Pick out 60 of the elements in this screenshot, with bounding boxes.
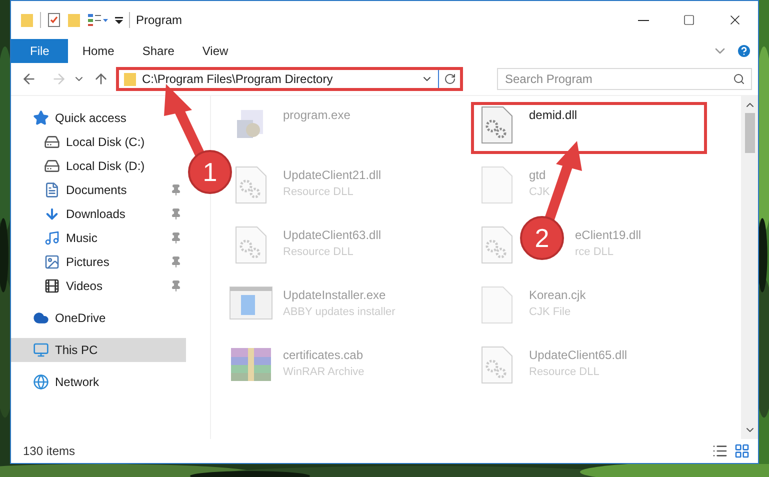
film-icon	[44, 278, 60, 294]
ribbon-tab[interactable]: Share	[128, 39, 188, 63]
picture-icon	[44, 254, 60, 270]
ribbon-tab[interactable]: Home	[68, 39, 128, 63]
maximize-icon	[683, 14, 695, 26]
archive-icon	[229, 346, 273, 382]
refresh-icon[interactable]	[444, 73, 456, 85]
selected-file[interactable]: demid.dll	[471, 102, 707, 154]
file-icon	[481, 286, 513, 324]
details-view-icon[interactable]	[712, 443, 728, 459]
item-count: 130 items	[23, 443, 76, 460]
help-icon[interactable]	[736, 43, 752, 59]
caret-icon[interactable]	[115, 15, 123, 25]
pin-icon[interactable]	[170, 184, 182, 196]
sidebar-item[interactable]: Documents	[11, 178, 186, 202]
cloud-icon	[33, 310, 49, 326]
monitor-icon	[33, 342, 49, 358]
gear-file-icon	[481, 106, 513, 144]
music-note-icon	[44, 230, 60, 246]
back-icon[interactable]	[21, 71, 37, 87]
address-bar[interactable]: C:\Program Files\Program Directory	[116, 67, 463, 91]
ribbon-tab[interactable]: View	[188, 39, 242, 63]
sidebar-item[interactable]: Local Disk (D:)	[11, 154, 149, 178]
sidebar-item[interactable]: Network	[11, 370, 104, 394]
scroll-thumb[interactable]	[744, 113, 754, 153]
properties-icon[interactable]	[87, 13, 109, 27]
gear-file-icon	[481, 346, 513, 384]
address-path: C:\Program Files\Program Directory	[142, 71, 333, 88]
gear-file-icon	[235, 226, 267, 264]
folder-icon	[123, 71, 137, 87]
drive-icon	[44, 158, 60, 174]
window-icon	[229, 286, 273, 320]
sidebar-item[interactable]: OneDrive	[11, 306, 110, 330]
gear-file-icon	[235, 166, 267, 204]
scrollbar[interactable]	[741, 96, 758, 439]
ribbon-tab[interactable]: File	[11, 39, 68, 63]
checklist-icon[interactable]	[47, 12, 61, 28]
pin-icon[interactable]	[170, 256, 182, 268]
sidebar-item[interactable]: Videos	[11, 274, 186, 298]
star-icon	[33, 110, 49, 126]
tiles-view-icon[interactable]	[734, 443, 750, 459]
up-icon[interactable]	[93, 71, 109, 87]
document-icon	[44, 182, 60, 198]
file-name[interactable]: demid.dll	[529, 106, 578, 124]
search-field[interactable]: Search Program	[497, 68, 752, 90]
sidebar-item[interactable]: Pictures	[11, 250, 186, 274]
search-icon[interactable]	[733, 73, 745, 85]
sidebar-item[interactable]: Local Disk (C:)	[11, 130, 149, 154]
pin-icon[interactable]	[170, 280, 182, 292]
gear-file-icon	[481, 226, 513, 264]
pin-icon[interactable]	[170, 232, 182, 244]
drive-icon	[44, 134, 60, 150]
sidebar-item[interactable]: This PC	[11, 338, 186, 362]
sidebar-item[interactable]: Quick access	[11, 106, 130, 130]
sidebar-item[interactable]: Downloads	[11, 202, 186, 226]
network-icon	[33, 374, 49, 390]
sidebar-item[interactable]: Music	[11, 226, 186, 250]
window-title: Program	[136, 12, 182, 29]
file-icon	[481, 166, 513, 204]
pin-icon[interactable]	[170, 208, 182, 220]
